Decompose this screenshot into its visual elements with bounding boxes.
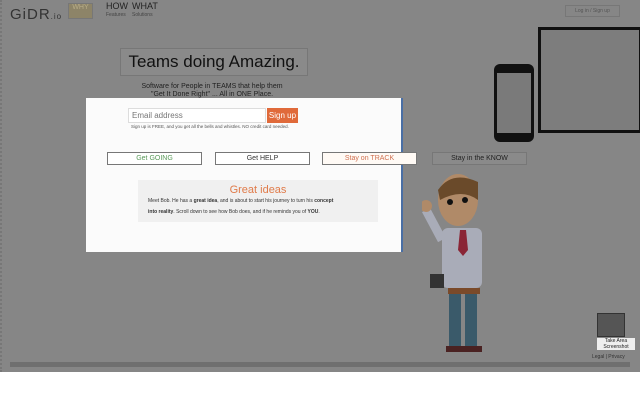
email-input[interactable]: [128, 108, 266, 123]
nav-how[interactable]: HOW Features: [106, 2, 128, 20]
laptop-image: [538, 27, 640, 133]
tab-get-help[interactable]: Get HELP: [215, 152, 310, 165]
tab-get-going[interactable]: Get GOING: [107, 152, 202, 165]
logo[interactable]: GiDR.io: [10, 6, 62, 23]
login-button[interactable]: Log in / Sign up: [565, 5, 620, 17]
phone-image: [494, 64, 534, 142]
why-button[interactable]: WHY: [68, 3, 93, 19]
screenshot-tool-button[interactable]: [597, 313, 625, 337]
signup-button[interactable]: Sign up: [267, 108, 298, 123]
ideas-title: Great ideas: [229, 184, 287, 196]
logo-suffix: .io: [50, 12, 63, 21]
hero-subtitle: Software for People in TEAMS that help t…: [112, 83, 312, 99]
nav-label: WHAT: [132, 1, 158, 11]
subtitle-line: Software for People in TEAMS that help t…: [141, 83, 283, 90]
signup-note: Sign up is FREE, and you get all the bel…: [131, 124, 289, 129]
nav-sub: Solutions: [132, 12, 153, 18]
nav-what[interactable]: WHAT Solutions: [132, 2, 158, 20]
signup-modal: Sign up Sign up is FREE, and you get all…: [86, 98, 417, 252]
bob-character-image: [422, 174, 482, 352]
logo-text: GiDR: [10, 6, 51, 23]
nav-label: HOW: [106, 1, 128, 11]
nav-sub: Features: [106, 12, 126, 18]
screenshot-tool-label[interactable]: Take Area Screenshot: [597, 338, 635, 350]
tab-stay-on-track[interactable]: Stay on TRACK: [322, 152, 417, 165]
great-ideas-panel: Great ideas Meet Bob. He has a great ide…: [138, 180, 378, 222]
legal-links[interactable]: Legal | Privacy: [592, 354, 625, 360]
hero-title: Teams doing Amazing.: [120, 48, 308, 76]
tab-stay-in-the-know[interactable]: Stay in the KNOW: [432, 152, 527, 165]
horizontal-scrollbar[interactable]: [10, 362, 630, 367]
ideas-text: Meet Bob. He has a great idea, and is ab…: [148, 198, 334, 215]
